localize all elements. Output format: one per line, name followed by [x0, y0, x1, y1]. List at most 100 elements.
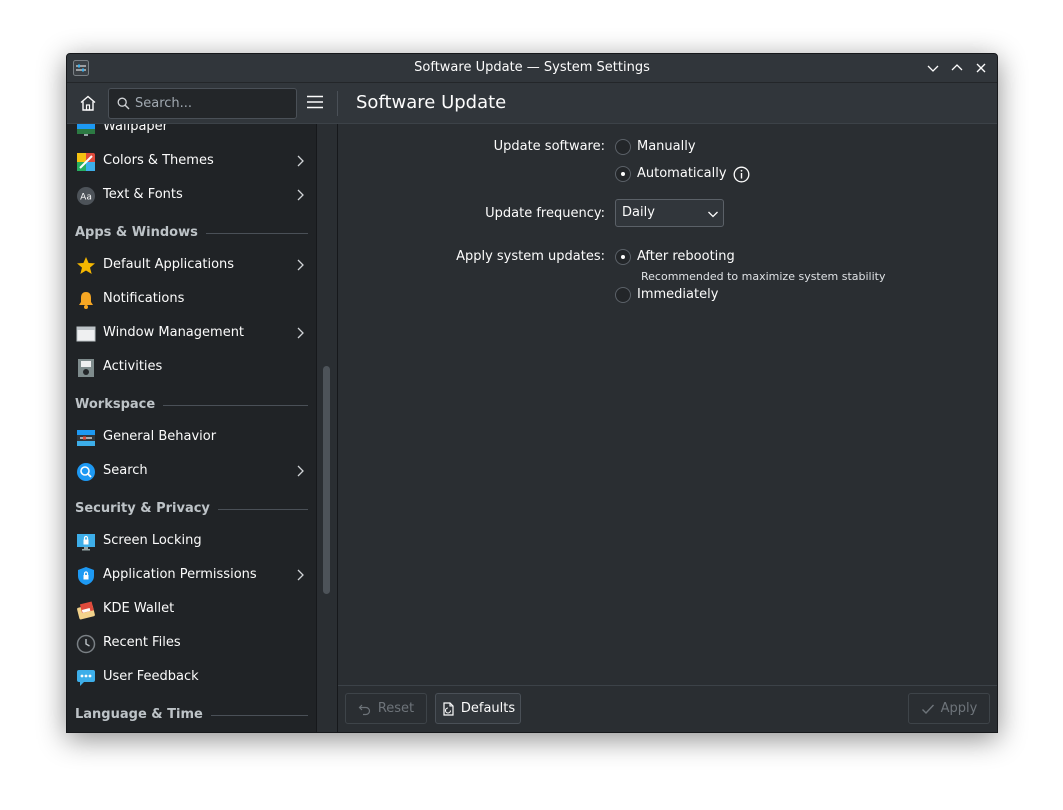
header-toolbar: Software Update — [67, 83, 997, 124]
chevron-right-icon — [297, 155, 304, 167]
radio-manually-label[interactable]: Manually — [637, 139, 696, 154]
radio-automatically[interactable] — [615, 166, 631, 182]
shield-icon — [78, 567, 94, 585]
clock-icon — [76, 634, 96, 654]
sidebar-item-recent-files[interactable]: Recent Files — [67, 626, 316, 660]
sidebar-item-default-applications[interactable]: Default Applications — [67, 248, 316, 282]
star-icon — [77, 257, 95, 274]
sidebar-item-label: Search — [103, 463, 148, 478]
footer-button-bar: Reset Defaults Apply — [338, 685, 997, 732]
sidebar-item-label: Screen Locking — [103, 533, 202, 548]
search-input[interactable] — [135, 89, 290, 118]
reset-button-label: Reset — [377, 701, 415, 716]
sidebar-item-search[interactable]: Search — [67, 454, 316, 488]
search-icon — [77, 463, 95, 481]
search-field[interactable] — [108, 88, 297, 119]
window-icon — [76, 326, 96, 342]
window-title: Software Update — System Settings — [414, 60, 650, 75]
feedback-icon — [77, 670, 95, 686]
bell-icon — [79, 292, 93, 309]
checkmark-icon — [921, 704, 934, 714]
chevron-down-icon — [708, 211, 718, 218]
update-frequency-value: Daily — [622, 205, 655, 220]
home-icon — [80, 95, 96, 111]
defaults-button-label: Defaults — [460, 701, 516, 716]
sidebar-item-wallpaper[interactable]: Wallpaper — [67, 124, 316, 144]
sidebar-item-user-feedback[interactable]: User Feedback — [67, 660, 316, 694]
apply-button[interactable]: Apply — [908, 693, 990, 724]
reset-button[interactable]: Reset — [345, 693, 427, 724]
sidebar: Wallpaper Colors & Themes Aa Text & Font… — [67, 124, 317, 732]
sidebar-item-application-permissions[interactable]: Application Permissions — [67, 558, 316, 592]
maximize-button[interactable] — [949, 60, 965, 76]
update-software-label: Update software: — [493, 139, 605, 154]
radio-immediately[interactable] — [615, 287, 631, 303]
wallet-icon — [77, 601, 95, 620]
document-revert-icon — [443, 701, 454, 716]
close-button[interactable] — [973, 60, 989, 76]
sidebar-item-label: Notifications — [103, 291, 185, 306]
section-header-label: Security & Privacy — [75, 499, 218, 519]
close-icon — [976, 63, 986, 73]
chevron-up-icon — [951, 64, 963, 71]
section-header-label: Workspace — [75, 395, 164, 415]
search-icon — [117, 97, 130, 110]
fonts-icon: Aa — [77, 187, 95, 205]
sidebar-item-colors-themes[interactable]: Colors & Themes — [67, 144, 316, 178]
update-frequency-label: Update frequency: — [485, 206, 605, 221]
wallpaper-icon — [77, 124, 95, 136]
section-header-apps-windows: Apps & Windows — [75, 223, 308, 243]
radio-automatically-label[interactable]: Automatically — [637, 166, 727, 181]
sidebar-scrollbar-thumb[interactable] — [323, 366, 330, 594]
update-frequency-select[interactable]: Daily — [615, 199, 724, 227]
sidebar-item-label: Wallpaper — [103, 124, 169, 134]
radio-immediately-label[interactable]: Immediately — [637, 287, 718, 302]
system-settings-window: Software Update — System Settings Search… — [66, 53, 998, 733]
sidebar-item-label: Window Management — [103, 325, 245, 340]
sidebar-item-activities[interactable]: Activities — [67, 350, 316, 384]
defaults-button[interactable]: Defaults — [435, 693, 521, 724]
sidebar-item-label: Text & Fonts — [103, 187, 183, 202]
radio-after-rebooting-label[interactable]: After rebooting — [637, 249, 735, 264]
apply-system-updates-label: Apply system updates: — [456, 249, 605, 264]
sidebar-item-kde-wallet[interactable]: KDE Wallet — [67, 592, 316, 626]
radio-manually[interactable] — [615, 139, 631, 155]
chevron-right-icon — [297, 327, 304, 339]
sidebar-item-text-fonts[interactable]: Aa Text & Fonts — [67, 178, 316, 212]
sidebar-scrollbar[interactable] — [317, 124, 338, 732]
sidebar-item-notifications[interactable]: Notifications — [67, 282, 316, 316]
software-update-panel: Update software: Manually Automatically … — [338, 124, 997, 685]
activities-icon — [78, 359, 94, 377]
sidebar-item-label: Application Permissions — [103, 567, 257, 582]
apply-button-label: Apply — [940, 701, 978, 716]
sidebar-item-label: Default Applications — [103, 257, 235, 272]
section-header-label: Language & Time — [75, 705, 211, 725]
chevron-right-icon — [297, 259, 304, 271]
sidebar-item-label: General Behavior — [103, 429, 217, 444]
chevron-right-icon — [297, 465, 304, 477]
chevron-right-icon — [297, 569, 304, 581]
sidebar-item-general-behavior[interactable]: General Behavior — [67, 420, 316, 454]
page-title: Software Update — [356, 92, 507, 113]
hamburger-menu-icon[interactable] — [306, 93, 324, 111]
sidebar-item-window-management[interactable]: Window Management — [67, 316, 316, 350]
colors-icon — [77, 153, 95, 171]
home-button[interactable] — [77, 92, 99, 114]
sidebar-item-screen-locking[interactable]: Screen Locking — [67, 524, 316, 558]
undo-icon — [358, 704, 370, 715]
section-header-label: Apps & Windows — [75, 223, 206, 243]
chevron-right-icon — [297, 189, 304, 201]
general-behavior-icon — [77, 430, 95, 446]
info-icon[interactable] — [733, 166, 750, 183]
after-rebooting-hint: Recommended to maximize system stability — [641, 270, 886, 283]
title-bar[interactable]: Software Update — System Settings — [67, 54, 997, 83]
chevron-down-icon — [927, 65, 939, 72]
radio-after-rebooting[interactable] — [615, 249, 631, 265]
toolbar-divider — [337, 91, 338, 116]
sidebar-item-label: KDE Wallet — [103, 601, 175, 616]
sidebar-item-label: Activities — [103, 359, 163, 374]
svg-text:Aa: Aa — [80, 193, 92, 203]
section-header-security-privacy: Security & Privacy — [75, 499, 308, 519]
minimize-button[interactable] — [925, 60, 941, 76]
sidebar-item-label: User Feedback — [103, 669, 199, 684]
